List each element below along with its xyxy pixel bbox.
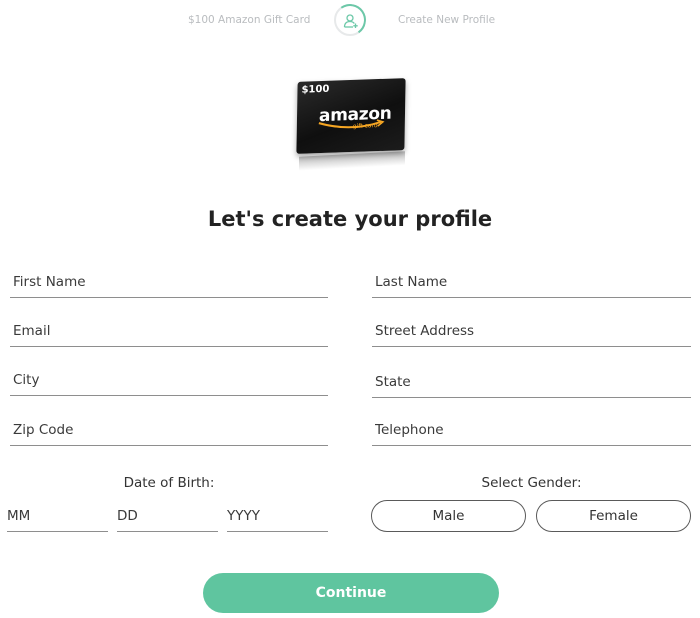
add-user-icon: [343, 14, 358, 28]
gender-female-button[interactable]: Female: [536, 500, 691, 532]
dob-day-field[interactable]: [117, 500, 218, 532]
email-field[interactable]: [10, 315, 328, 347]
last-name-field[interactable]: [372, 266, 691, 298]
page-title: Let's create your profile: [207, 207, 493, 231]
zip-code-field[interactable]: [10, 414, 328, 446]
gender-label: Select Gender:: [481, 475, 582, 491]
step-label-create-profile: Create New Profile: [398, 14, 496, 26]
step-label-gift-card: $100 Amazon Gift Card: [188, 14, 311, 26]
dob-label: Date of Birth:: [123, 475, 215, 491]
telephone-field[interactable]: [372, 414, 691, 446]
gift-card-image: $100 amazon gift card: [296, 78, 407, 171]
state-field[interactable]: [372, 366, 691, 398]
first-name-field[interactable]: [10, 266, 328, 298]
gift-card-amount: $100: [301, 83, 330, 96]
gender-male-button[interactable]: Male: [371, 500, 526, 532]
dob-year-field[interactable]: [227, 500, 328, 532]
continue-button[interactable]: Continue: [203, 573, 499, 613]
progress-step-indicator: [331, 1, 369, 39]
dob-month-field[interactable]: [7, 500, 108, 532]
street-address-field[interactable]: [372, 315, 691, 347]
gift-card-subtitle: gift card: [352, 122, 378, 130]
city-field[interactable]: [10, 364, 328, 396]
